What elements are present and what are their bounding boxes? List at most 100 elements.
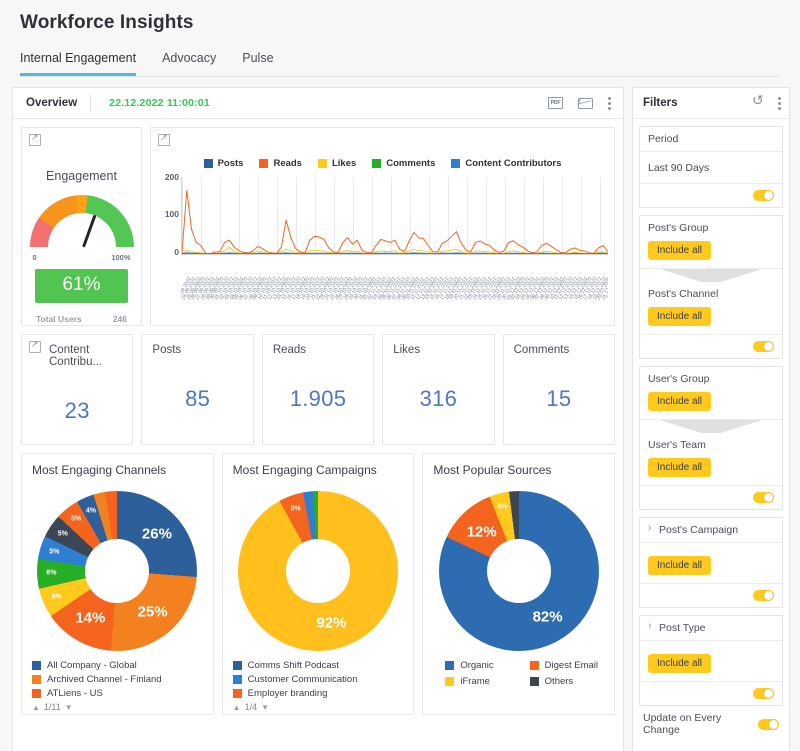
- legend-label: Content Contributors: [465, 158, 561, 169]
- donut-chart-sources: 82%12%4%: [439, 491, 599, 651]
- filter-toggle-period[interactable]: [753, 190, 774, 201]
- activity-line-chart-tile: Posts Reads Likes Comments Content Contr…: [150, 127, 615, 326]
- line-chart-svg: [182, 177, 608, 254]
- legend-label: All Company - Global: [47, 660, 137, 671]
- filters-panel: Filters Period Last 90 Days Post's G: [632, 87, 790, 751]
- filters-header: Filters: [633, 88, 789, 119]
- pager-down-icon[interactable]: ▼: [261, 703, 269, 712]
- filter-section-campaign-pill: Include all: [640, 543, 782, 584]
- include-all-button[interactable]: Include all: [648, 241, 711, 260]
- funnel-connector: [640, 269, 782, 282]
- pager-count: 1/11: [44, 702, 61, 712]
- more-options-icon[interactable]: [608, 97, 611, 110]
- donut-row: Most Engaging Channels 26% 25% 14% 6% 6% 5% 5%…: [21, 453, 615, 715]
- legend-item[interactable]: All Company - Global: [32, 660, 203, 671]
- pdf-icon[interactable]: PDF: [548, 97, 563, 109]
- legend-item-posts[interactable]: Posts: [204, 158, 244, 169]
- filter-group-user: User's Group Include all User's Team Inc…: [639, 366, 783, 510]
- legend-label: Digest Email: [545, 660, 598, 671]
- slice-percent-label: 25%: [138, 603, 168, 620]
- legend-label: Comments: [386, 158, 435, 169]
- body-wrapper: Overview 22.12.2022 11:00:01 PDF Engagem…: [0, 77, 800, 751]
- more-options-icon[interactable]: [778, 97, 781, 110]
- filter-section-posts-group: Post's Group Include all: [640, 216, 782, 269]
- legend-item[interactable]: Comms Shift Podcast: [233, 660, 404, 671]
- expand-icon[interactable]: [158, 134, 170, 146]
- donut-title: Most Popular Sources: [433, 463, 604, 477]
- kpi-card-reads: Reads 1.905: [262, 334, 374, 445]
- filter-toggle-user[interactable]: [753, 492, 774, 503]
- app-header: Workforce Insights Internal Engagement A…: [0, 0, 800, 77]
- pager-up-icon[interactable]: ▲: [233, 703, 241, 712]
- expand-icon[interactable]: [29, 134, 41, 146]
- donut-holder: 26%25%14%6%6%5%5%5%4%: [32, 491, 203, 651]
- kpi-row: Content Contribu... 23 Posts 85 Reads 1.…: [21, 334, 615, 445]
- include-all-button[interactable]: Include all: [648, 392, 711, 411]
- expand-icon[interactable]: [29, 341, 41, 353]
- filter-toggle-campaign[interactable]: [753, 590, 774, 601]
- legend-item[interactable]: ATLiens - US: [32, 688, 203, 699]
- donut-holder: 92%5%: [233, 491, 404, 651]
- donut-title: Most Engaging Channels: [32, 463, 203, 477]
- legend-item[interactable]: iFrame: [445, 676, 519, 687]
- filter-label: Post's Group: [648, 222, 774, 234]
- filter-toggle-post-type[interactable]: [753, 688, 774, 699]
- slice-percent-label: 14%: [75, 609, 105, 626]
- kpi-card-likes: Likes 316: [382, 334, 494, 445]
- legend-item[interactable]: Employer branding: [233, 688, 404, 699]
- gauge-title: Engagement: [30, 169, 133, 183]
- legend-item[interactable]: Digest Email: [530, 660, 604, 671]
- tab-pulse[interactable]: Pulse: [242, 51, 273, 76]
- filter-section-post-type[interactable]: Post Type: [640, 616, 782, 641]
- slice-percent-label: 5%: [49, 548, 59, 555]
- tiles-container: Engagement 0 100% 61% Total Users 246: [13, 119, 623, 723]
- legend-item-likes[interactable]: Likes: [318, 158, 356, 169]
- legend-item[interactable]: Archived Channel - Finland: [32, 674, 203, 685]
- y-tick-100: 100: [165, 209, 179, 219]
- include-all-button[interactable]: Include all: [648, 458, 711, 477]
- slice-percent-label: 26%: [142, 526, 172, 543]
- legend-pager[interactable]: ▲ 1/11 ▼: [32, 702, 203, 712]
- include-all-button[interactable]: Include all: [648, 307, 711, 326]
- slice-percent-label: 92%: [316, 615, 346, 632]
- slice-percent-label: 5%: [58, 530, 68, 537]
- legend-label: iFrame: [460, 676, 490, 687]
- filter-toggle-row: [640, 682, 782, 705]
- update-on-change-toggle[interactable]: [758, 719, 779, 730]
- slice-percent-label: 6%: [46, 570, 56, 577]
- donut-legend: Comms Shift Podcast Customer Communicati…: [233, 660, 404, 712]
- filter-period-value[interactable]: Last 90 Days: [640, 152, 782, 184]
- tab-advocacy[interactable]: Advocacy: [162, 51, 216, 76]
- legend-label: Employer branding: [248, 688, 328, 699]
- kpi-label: Posts: [152, 344, 242, 356]
- reload-icon[interactable]: [753, 97, 766, 110]
- filter-section-posts-campaign[interactable]: Post's Campaign: [640, 518, 782, 543]
- legend-label: ATLiens - US: [47, 688, 103, 699]
- board-toolbar: Overview 22.12.2022 11:00:01 PDF: [13, 88, 623, 119]
- toolbar-actions: PDF: [548, 97, 615, 110]
- line-chart-plot-area: 200 100 0: [157, 177, 608, 255]
- legend-item-comments[interactable]: Comments: [372, 158, 435, 169]
- pager-down-icon[interactable]: ▼: [65, 703, 73, 712]
- x-axis-labels: 23.09.202224.09.202225.09.202226.09.2022…: [181, 255, 608, 301]
- board-name[interactable]: Overview: [13, 97, 90, 109]
- kpi-label: Likes: [393, 344, 483, 356]
- mail-icon[interactable]: [578, 98, 593, 109]
- legend-pager[interactable]: ▲ 1/4 ▼: [233, 702, 404, 712]
- legend-item[interactable]: Organic: [445, 660, 519, 671]
- legend-item[interactable]: Customer Communication: [233, 674, 404, 685]
- line-chart-legend: Posts Reads Likes Comments Content Contr…: [157, 158, 608, 169]
- include-all-button[interactable]: Include all: [648, 654, 711, 673]
- legend-item-reads[interactable]: Reads: [259, 158, 302, 169]
- filter-label: Period: [648, 133, 774, 145]
- filter-toggle-post[interactable]: [753, 341, 774, 352]
- tab-internal-engagement[interactable]: Internal Engagement: [20, 51, 136, 76]
- pager-up-icon[interactable]: ▲: [32, 703, 40, 712]
- slice-percent-label: 4%: [86, 507, 96, 514]
- slice-percent-label: 6%: [52, 594, 62, 601]
- legend-item-content-contributors[interactable]: Content Contributors: [451, 158, 561, 169]
- legend-item[interactable]: Others: [530, 676, 604, 687]
- filter-label: User's Team: [648, 439, 774, 451]
- include-all-button[interactable]: Include all: [648, 556, 711, 575]
- dashboard-page: Workforce Insights Internal Engagement A…: [0, 0, 800, 751]
